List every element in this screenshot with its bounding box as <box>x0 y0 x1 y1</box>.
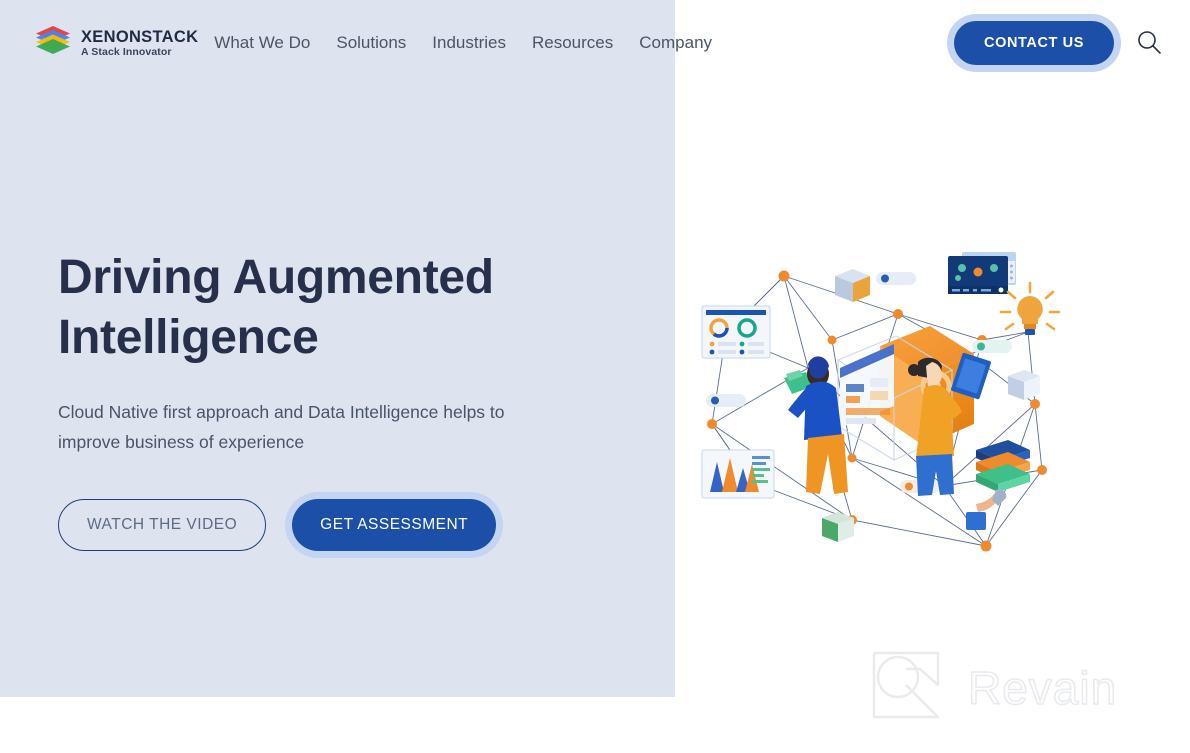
nav-item-industries[interactable]: Industries <box>432 33 506 53</box>
get-assessment-button[interactable]: GET ASSESSMENT <box>292 499 497 552</box>
hero-title: Driving Augmented Intelligence <box>58 248 598 369</box>
stacked-layers <box>976 440 1030 492</box>
nav-item-resources[interactable]: Resources <box>532 33 613 53</box>
search-icon <box>1136 29 1162 58</box>
bottom-white-panel <box>90 700 1190 753</box>
contact-us-button[interactable]: CONTACT US <box>954 21 1114 65</box>
hand-wrench <box>966 489 1007 530</box>
central-data-cube <box>836 326 974 462</box>
page-root: XENONSTACK A Stack Innovator What We Do … <box>0 0 1190 753</box>
main-navigation: What We Do Solutions Industries Resource… <box>214 33 712 53</box>
brand-name: XENONSTACK <box>81 28 199 46</box>
dashboard-screen <box>948 252 1016 294</box>
hero-content: Driving Augmented Intelligence Cloud Nat… <box>58 248 598 552</box>
iso-box-right <box>1008 370 1040 400</box>
nav-item-solutions[interactable]: Solutions <box>336 33 406 53</box>
watch-the-video-button[interactable]: WATCH THE VIDEO <box>58 499 267 552</box>
bar-chart-card <box>701 449 775 499</box>
hero-subtitle: Cloud Native first approach and Data Int… <box>58 401 505 453</box>
nav-item-company[interactable]: Company <box>639 33 712 53</box>
hero-title-line-1: Driving Augmented <box>58 251 494 304</box>
header-actions: CONTACT US <box>954 0 1164 86</box>
hero-cta-row: WATCH THE VIDEO GET ASSESSMENT <box>58 499 598 552</box>
lightbulb-icon <box>999 281 1061 335</box>
analytics-card <box>701 305 771 359</box>
stacked-layers-logo-icon <box>32 22 74 64</box>
site-header: XENONSTACK A Stack Innovator What We Do … <box>0 0 1190 86</box>
nav-item-what-we-do[interactable]: What We Do <box>214 33 310 53</box>
brand-text: XENONSTACK A Stack Innovator <box>81 29 198 57</box>
brand-logo[interactable]: XENONSTACK A Stack Innovator <box>32 22 198 64</box>
hero-title-line-2: Intelligence <box>58 311 319 365</box>
augmented-intelligence-network-illustration <box>690 228 1070 573</box>
brand-tagline: A Stack Innovator <box>81 45 172 58</box>
iso-box-bottom <box>822 512 854 542</box>
iso-box-top <box>835 269 870 302</box>
search-button[interactable] <box>1134 28 1164 58</box>
